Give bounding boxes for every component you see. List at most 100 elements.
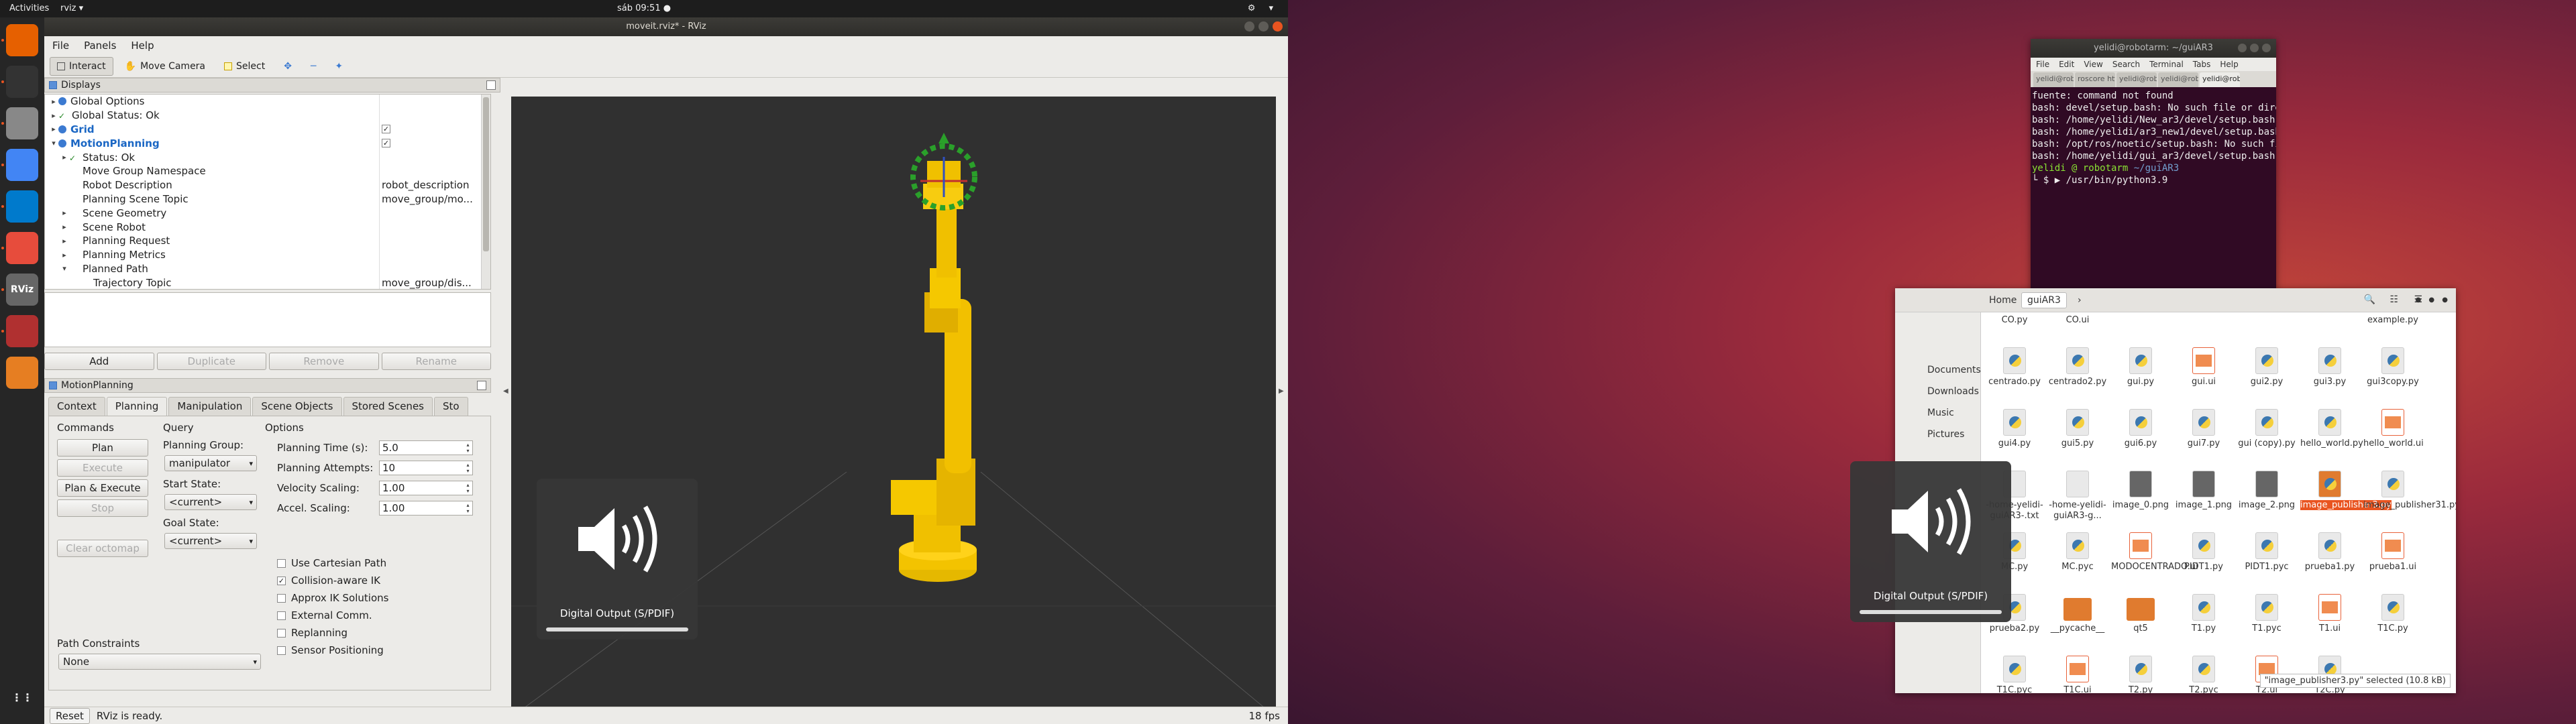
expand-arrow-icon[interactable]: ▸ (60, 208, 69, 217)
file-item[interactable]: T1.py (2174, 594, 2233, 634)
expand-arrow-icon[interactable]: ▸ (49, 111, 58, 120)
expand-arrow-icon[interactable]: ▸ (60, 223, 69, 231)
app-menu[interactable]: rviz ▾ (60, 3, 83, 13)
display-row[interactable]: ▸ Scene Geometry (45, 206, 490, 220)
move-camera-tool[interactable]: ✋ Move Camera (117, 57, 213, 76)
option-collision-aware-ik[interactable]: ✓ Collision-aware IK (277, 575, 380, 587)
terminal-tab[interactable]: roscore htt... (2075, 72, 2115, 87)
terminal-menu-file[interactable]: File (2036, 60, 2049, 69)
terminal-tab[interactable]: yelidi@rob... (2158, 72, 2198, 87)
path-forward-icon[interactable]: › (2078, 295, 2082, 306)
float-mp-button[interactable] (477, 381, 486, 390)
terminal-maximize-icon[interactable] (2250, 44, 2259, 52)
execute-button[interactable]: Execute (57, 459, 148, 477)
sidebar-item-documents[interactable]: Documents (1895, 359, 1981, 381)
terminal-title-bar[interactable]: yelidi@robotarm: ~/guiAR3 (2031, 39, 2276, 58)
file-item[interactable]: T1C.ui (2048, 656, 2107, 693)
window-title-bar[interactable]: moveit.rviz* - RViz (44, 17, 1288, 36)
file-item[interactable]: PIDT1.py (2174, 532, 2233, 572)
reset-button[interactable]: Reset (50, 707, 90, 724)
tab-manipulation[interactable]: Manipulation (168, 397, 252, 416)
file-item[interactable]: MODOCENTRADO.ui (2111, 532, 2198, 572)
option-use-cartesian-path[interactable]: Use Cartesian Path (277, 557, 386, 569)
checkbox[interactable] (277, 646, 286, 655)
file-item[interactable]: gui3.py (2300, 347, 2359, 387)
path-constraints-select[interactable]: None (58, 654, 261, 670)
file-item[interactable]: gui7.py (2174, 409, 2233, 449)
dock-app-box-icon[interactable] (6, 357, 38, 389)
add-tool-button[interactable]: ✥ (276, 57, 299, 76)
dock-app-screen-icon[interactable] (6, 315, 38, 347)
expand-arrow-icon[interactable]: ▸ (60, 153, 69, 162)
tab-stored-states[interactable]: Sto (433, 397, 468, 416)
sidebar-item-music[interactable]: Music (1895, 402, 1980, 424)
file-item[interactable]: T1.ui (2300, 594, 2359, 634)
planning-time-input[interactable]: 5.0 (379, 440, 473, 455)
file-item[interactable]: hello_world.py (2300, 409, 2363, 449)
interact-tool[interactable]: Interact (50, 56, 113, 76)
maximize-icon[interactable] (1258, 21, 1269, 32)
show-applications-icon[interactable]: ⋮⋮ (6, 681, 38, 713)
display-enabled-checkbox[interactable]: ✓ (382, 139, 390, 148)
file-item[interactable]: example.py (2363, 312, 2422, 326)
display-row[interactable]: ▸ ✓ Global Status: Ok (45, 109, 490, 123)
menu-panels[interactable]: Panels (84, 40, 116, 52)
file-item[interactable]: image_publisher31.py (2363, 471, 2456, 511)
expand-arrow-icon[interactable]: ▸ (60, 251, 69, 259)
terminal-tab[interactable]: yelidi@rob... (2033, 72, 2074, 87)
display-row[interactable]: ▸ Global Options (45, 95, 490, 109)
tab-scene-objects[interactable]: Scene Objects (252, 397, 342, 416)
tab-stored-scenes[interactable]: Stored Scenes (343, 397, 433, 416)
display-row[interactable]: ▾ Planned Path (45, 262, 490, 276)
dock-files-icon[interactable] (6, 107, 38, 139)
dock-firefox-icon[interactable] (6, 24, 38, 56)
add-button[interactable]: Add (44, 353, 154, 370)
option-replanning[interactable]: Replanning (277, 627, 347, 639)
file-item[interactable]: gui.py (2111, 347, 2170, 387)
close-icon[interactable] (1273, 21, 1283, 32)
file-item[interactable]: image_publisher3.py (2300, 471, 2392, 511)
clock[interactable]: sáb 09:51 ● (617, 3, 671, 13)
file-item[interactable]: __pycache__ (2048, 594, 2107, 634)
terminal-tab[interactable]: yelidi@rob... (2116, 72, 2157, 87)
display-row[interactable]: ▸ Planning Request (45, 234, 490, 248)
display-value[interactable]: robot_description (382, 179, 470, 191)
files-window-controls[interactable]: ● ● ● (2415, 296, 2451, 304)
tab-context[interactable]: Context (48, 397, 105, 416)
file-item[interactable]: CO.ui (2048, 312, 2107, 326)
terminal-menu-edit[interactable]: Edit (2059, 60, 2074, 69)
file-item[interactable]: T1C.py (2363, 594, 2422, 634)
file-item[interactable]: gui2.py (2237, 347, 2296, 387)
file-item[interactable]: qt5 (2111, 594, 2170, 634)
expand-arrow-icon[interactable]: ▾ (60, 264, 69, 273)
path-current[interactable]: guiAR3 (2021, 292, 2067, 308)
file-item[interactable]: gui.ui (2174, 347, 2233, 387)
float-panel-button[interactable] (486, 80, 496, 90)
display-row[interactable]: ▾ MotionPlanning ✓ (45, 136, 490, 150)
option-external-comm-[interactable]: External Comm. (277, 609, 372, 621)
minimize-icon[interactable] (1244, 21, 1254, 32)
display-row[interactable]: ▸ Scene Robot (45, 220, 490, 234)
search-icon[interactable]: 🔍 (2364, 294, 2375, 305)
planning-group-select[interactable]: manipulator (164, 455, 257, 471)
interactive-marker[interactable] (910, 133, 977, 210)
dock-terminal-icon[interactable] (6, 66, 38, 98)
view-options-icon[interactable]: ☷ (2390, 294, 2398, 305)
display-row[interactable]: Planning Scene Topic move_group/mo... (45, 192, 490, 206)
file-item[interactable]: image_1.png (2174, 471, 2233, 511)
file-item[interactable]: T1.pyc (2237, 594, 2296, 634)
expand-arrow-icon[interactable]: ▸ (49, 97, 58, 106)
terminal-menu-search[interactable]: Search (2112, 60, 2140, 69)
stop-button[interactable]: Stop (57, 499, 148, 517)
terminal-menu-view[interactable]: View (2084, 60, 2102, 69)
terminal-minimize-icon[interactable] (2238, 44, 2247, 52)
file-item[interactable]: prueba1.ui (2363, 532, 2422, 572)
menu-file[interactable]: File (52, 40, 69, 52)
planning-attempts-input[interactable]: 10 (379, 461, 473, 475)
file-item[interactable]: prueba1.py (2300, 532, 2359, 572)
file-item[interactable]: gui (copy).py (2237, 409, 2296, 449)
terminal-close-icon[interactable] (2262, 44, 2271, 52)
file-item[interactable]: gui4.py (1985, 409, 2044, 449)
file-item[interactable]: gui3copy.py (2363, 347, 2422, 387)
3d-viewport[interactable]: Digital Output (S/PDIF) (511, 97, 1276, 717)
